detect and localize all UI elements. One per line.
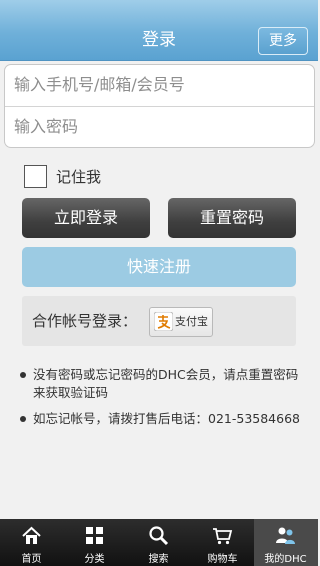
bullet-icon xyxy=(20,416,26,422)
grid-icon xyxy=(86,527,103,544)
search-icon xyxy=(149,526,169,546)
partner-login: 合作帐号登录： 支付宝 xyxy=(22,296,296,346)
login-button[interactable]: 立即登录 xyxy=(22,198,150,238)
account-input[interactable]: 输入手机号/邮箱/会员号 xyxy=(5,65,314,105)
tab-search[interactable]: 搜索 xyxy=(127,519,190,566)
tab-home[interactable]: 首页 xyxy=(0,519,63,566)
remember-label: 记住我 xyxy=(56,168,102,186)
user-icon xyxy=(276,527,295,544)
bottom-tab-bar: 首页 分类 搜索 购物车 我的DHC xyxy=(0,519,318,566)
quick-register-button[interactable]: 快速注册 xyxy=(22,247,296,287)
note-item: 没有密码或忘记密码的DHC会员，请点重置密码来获取验证码 xyxy=(20,366,300,402)
remember-checkbox[interactable] xyxy=(24,165,47,188)
password-input[interactable]: 输入密码 xyxy=(5,107,314,147)
cart-icon xyxy=(213,528,233,545)
partner-login-label: 合作帐号登录： xyxy=(32,312,138,330)
tab-my-dhc[interactable]: 我的DHC xyxy=(254,519,318,566)
tab-label: 首页 xyxy=(21,554,42,565)
tab-label: 分类 xyxy=(84,554,105,565)
note-item: 如忘记帐号，请拨打售后电话：021-53584668 xyxy=(20,410,300,428)
alipay-login-button[interactable]: 支付宝 xyxy=(149,307,213,337)
home-icon xyxy=(22,526,41,544)
tab-category[interactable]: 分类 xyxy=(63,519,126,566)
alipay-label: 支付宝 xyxy=(175,315,208,328)
reset-password-button[interactable]: 重置密码 xyxy=(168,198,296,238)
more-button[interactable]: 更多 xyxy=(258,27,308,55)
note-text: 如忘记帐号，请拨打售后电话：021-53584668 xyxy=(33,411,300,426)
note-text: 没有密码或忘记密码的DHC会员，请点重置密码来获取验证码 xyxy=(33,367,299,400)
tab-cart[interactable]: 购物车 xyxy=(191,519,254,566)
bullet-icon xyxy=(20,372,26,378)
login-form: 输入手机号/邮箱/会员号 输入密码 xyxy=(4,64,315,148)
alipay-icon xyxy=(154,312,173,331)
header-bar: 登录 更多 xyxy=(0,0,318,61)
tab-label: 我的DHC xyxy=(264,554,307,565)
tab-label: 购物车 xyxy=(207,554,238,565)
tab-label: 搜索 xyxy=(148,554,169,565)
